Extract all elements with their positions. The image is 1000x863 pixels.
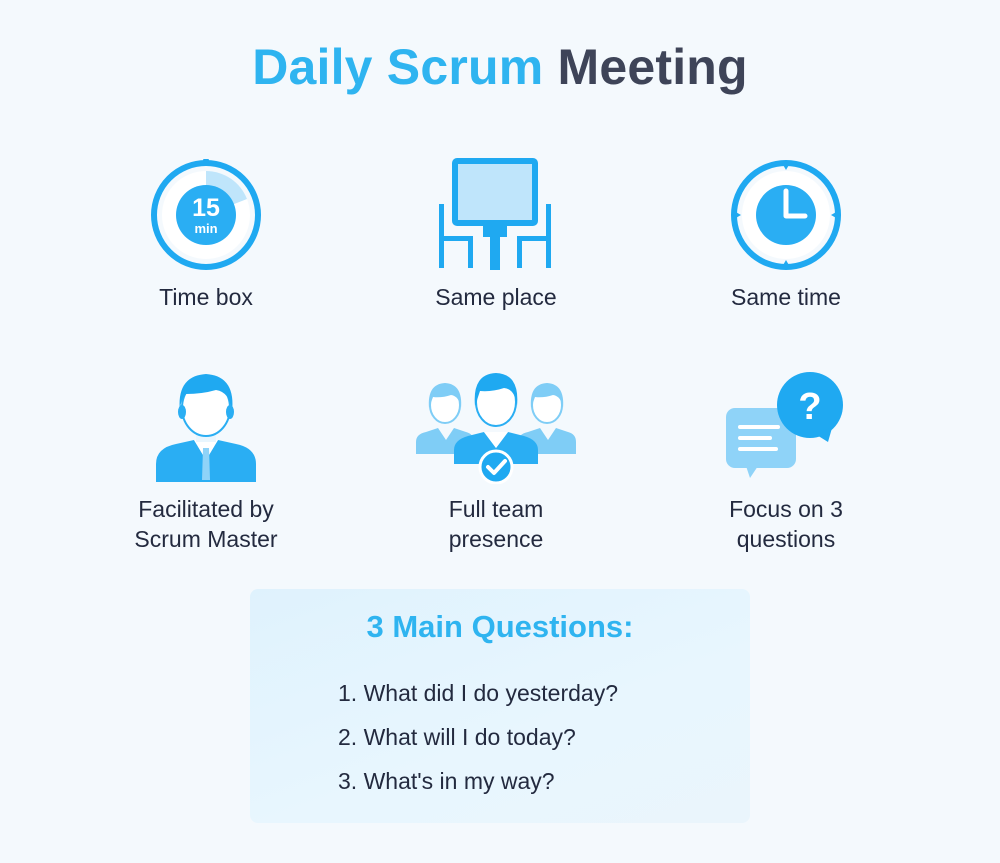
questions-title: 3 Main Questions: <box>366 609 634 644</box>
feature-label: Full team presence <box>448 496 544 552</box>
feature-label: Facilitated by Scrum Master <box>134 496 278 552</box>
feature-full-team: Full team presence <box>366 372 626 562</box>
meeting-table-icon <box>439 158 551 270</box>
timer-number: 15 <box>192 194 220 222</box>
page-title: Daily Scrum Meeting <box>0 38 1000 96</box>
feature-focus-questions: ? Focus on 3 questions <box>656 372 916 562</box>
timer-unit: min <box>194 221 217 236</box>
question-mark-glyph: ? <box>798 386 821 428</box>
clock-icon <box>731 160 841 270</box>
feature-same-time: Same time <box>656 158 916 318</box>
feature-same-place: Same place <box>366 158 626 318</box>
person-icon <box>156 374 256 482</box>
question-item: 3. What's in my way? <box>338 768 555 794</box>
stopwatch-icon: 15 min <box>151 159 261 270</box>
question-item: 1. What did I do yesterday? <box>338 680 618 706</box>
questions-list: 1. What did I do yesterday? 2. What will… <box>338 671 618 803</box>
question-item: 2. What will I do today? <box>338 724 576 750</box>
feature-label: Time box <box>159 284 253 310</box>
title-accent: Daily Scrum <box>252 39 544 95</box>
feature-label: Focus on 3 questions <box>729 496 843 552</box>
feature-time-box: 15 min Time box <box>76 158 336 318</box>
feature-label: Same time <box>731 284 841 310</box>
questions-panel: 3 Main Questions: 1. What did I do yeste… <box>250 589 750 823</box>
chat-bubbles-icon: ? <box>726 372 843 478</box>
title-main: Meeting <box>557 39 748 95</box>
feature-facilitated: Facilitated by Scrum Master <box>76 372 336 562</box>
team-icon <box>416 373 576 484</box>
feature-label: Same place <box>435 284 557 310</box>
